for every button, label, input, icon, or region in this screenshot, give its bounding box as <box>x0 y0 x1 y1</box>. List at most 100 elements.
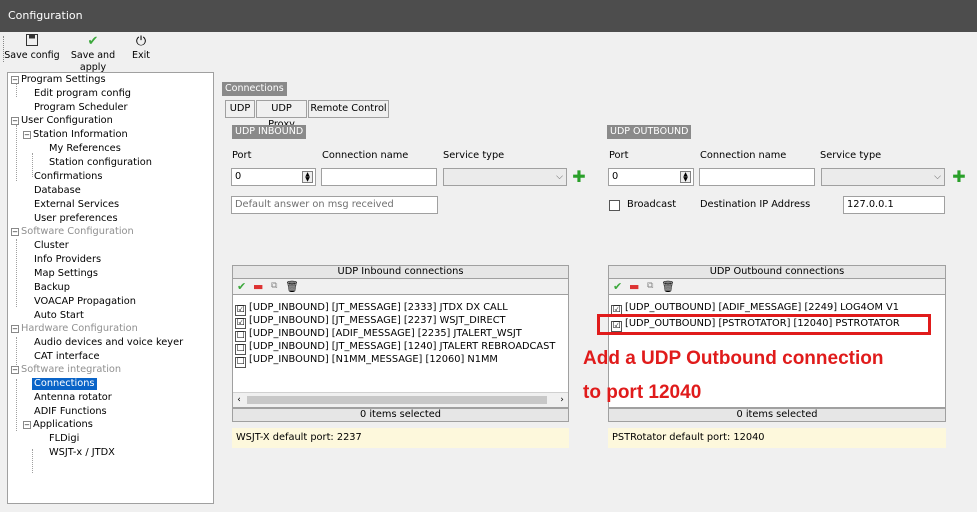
tree-database[interactable]: Database <box>34 185 81 197</box>
tree-applications[interactable]: − Applications <box>23 419 93 431</box>
collapse-icon[interactable]: − <box>11 76 19 84</box>
tab-udp-proxy[interactable]: UDP Proxy <box>256 100 307 130</box>
inbound-add-icon[interactable]: ✚ <box>572 169 586 185</box>
port-spinner-icon[interactable]: ▲ ▼ <box>680 171 691 183</box>
tree-confirmations[interactable]: Confirmations <box>34 171 103 183</box>
outbound-service-type-label: Service type <box>820 150 882 161</box>
outbound-list-toolbar: ✔ ▬ ⧉ 🗑 <box>608 279 946 294</box>
window-title-bar: Configuration <box>0 0 977 32</box>
tree-adif-functions[interactable]: ADIF Functions <box>34 406 107 418</box>
copy-icon[interactable]: ⧉ <box>271 279 277 294</box>
trash-icon[interactable]: 🗑 <box>285 279 299 294</box>
outbound-port-input[interactable]: 0 ▲ ▼ <box>608 168 694 186</box>
inbound-service-type-select[interactable]: ⌵ <box>443 168 567 186</box>
tree-user-configuration[interactable]: − User Configuration <box>11 115 113 127</box>
list-item[interactable]: ☐ [UDP_INBOUND] [JT_MESSAGE] [1240] JTALE… <box>235 340 555 355</box>
collapse-icon[interactable]: − <box>23 131 31 139</box>
tree-station-information[interactable]: − Station Information <box>23 129 128 141</box>
udp-outbound-section-title: UDP OUTBOUND <box>607 125 692 139</box>
list-item[interactable]: ☑ [UDP_INBOUND] [JT_MESSAGE] [2237] WSJT_… <box>235 314 506 329</box>
check-icon[interactable]: ✔ <box>613 279 622 294</box>
outbound-connection-name-label: Connection name <box>700 150 787 161</box>
trash-icon[interactable]: 🗑 <box>661 279 675 294</box>
port-spinner-icon[interactable]: ▲ ▼ <box>302 171 313 183</box>
tree-my-references[interactable]: My References <box>49 143 121 155</box>
horizontal-scrollbar[interactable]: ‹ › <box>233 392 568 407</box>
default-answer-input[interactable]: Default answer on msg received <box>231 196 438 214</box>
chevron-down-icon: ⌵ <box>556 172 563 182</box>
panel-title: Connections <box>222 82 287 96</box>
tab-remote-control[interactable]: Remote Control <box>308 100 389 118</box>
tree-backup[interactable]: Backup <box>34 282 70 294</box>
collapse-icon[interactable]: − <box>11 325 19 333</box>
tree-fldigi[interactable]: FLDigi <box>49 433 79 445</box>
tree-program-settings[interactable]: − Program Settings <box>11 74 106 86</box>
collapse-icon[interactable]: − <box>11 228 19 236</box>
scroll-right-icon[interactable]: › <box>556 393 568 407</box>
udp-inbound-list-title: UDP Inbound connections <box>232 265 569 279</box>
inbound-default-port-note: WSJT-X default port: 2237 <box>232 428 569 448</box>
tree-software-integration[interactable]: − Software integration <box>11 364 121 376</box>
outbound-default-port-note: PSTRotator default port: 12040 <box>608 428 946 448</box>
destination-ip-input[interactable]: 127.0.0.1 <box>843 196 945 214</box>
inbound-selection-status: 0 items selected <box>232 408 569 422</box>
tree-voacap-propagation[interactable]: VOACAP Propagation <box>34 296 136 308</box>
tree-station-configuration[interactable]: Station configuration <box>49 157 152 169</box>
list-item[interactable]: ☐ [UDP_INBOUND] [N1MM_MESSAGE] [12060] N1… <box>235 353 498 368</box>
save-and-apply-button[interactable]: ✔ Save and apply <box>60 34 126 74</box>
highlight-box <box>597 314 931 335</box>
list-item[interactable]: ☑ [UDP_OUTBOUND] [ADIF_MESSAGE] [2249] LO… <box>611 301 899 316</box>
tree-connections[interactable]: Connections <box>32 378 97 390</box>
outbound-service-type-select[interactable]: ⌵ <box>821 168 945 186</box>
outbound-add-icon[interactable]: ✚ <box>952 169 966 185</box>
tree-user-preferences[interactable]: User preferences <box>34 213 118 225</box>
tree-program-scheduler[interactable]: Program Scheduler <box>34 102 128 114</box>
window-title: Configuration <box>8 9 83 22</box>
inbound-connection-name-label: Connection name <box>322 150 409 161</box>
exit-button[interactable]: ⏻ Exit <box>130 34 152 62</box>
inbound-connection-name-input[interactable] <box>321 168 437 186</box>
tree-antenna-rotator[interactable]: Antenna rotator <box>34 392 112 404</box>
collapse-icon[interactable]: − <box>11 117 19 125</box>
udp-outbound-list-title: UDP Outbound connections <box>608 265 946 279</box>
check-icon: ✔ <box>87 34 99 49</box>
chevron-down-icon: ⌵ <box>934 172 941 182</box>
collapse-icon[interactable]: − <box>23 421 31 429</box>
inbound-port-input[interactable]: 0 ▲ ▼ <box>231 168 316 186</box>
minus-icon[interactable]: ▬ <box>253 279 263 294</box>
save-and-apply-label: Save and apply <box>70 50 116 73</box>
tree-audio-devices[interactable]: Audio devices and voice keyer <box>34 337 183 349</box>
tree-software-configuration[interactable]: − Software Configuration <box>11 226 134 238</box>
tree-external-services[interactable]: External Services <box>34 199 119 211</box>
collapse-icon[interactable]: − <box>11 366 19 374</box>
tree-map-settings[interactable]: Map Settings <box>34 268 98 280</box>
check-icon[interactable]: ✔ <box>237 279 246 294</box>
tree-info-providers[interactable]: Info Providers <box>34 254 101 266</box>
outbound-connection-name-input[interactable] <box>699 168 815 186</box>
minus-icon[interactable]: ▬ <box>629 279 639 294</box>
udp-inbound-list[interactable]: ☑ [UDP_INBOUND] [JT_MESSAGE] [2333] JTDX … <box>232 294 569 408</box>
broadcast-label: Broadcast <box>627 199 677 210</box>
list-item[interactable]: ☐ [UDP_INBOUND] [ADIF_MESSAGE] [2235] JTA… <box>235 327 522 342</box>
floppy-icon <box>4 34 60 50</box>
broadcast-checkbox[interactable] <box>609 200 620 211</box>
save-config-label: Save config <box>4 50 60 61</box>
copy-icon[interactable]: ⧉ <box>647 279 653 294</box>
tree-auto-start[interactable]: Auto Start <box>34 310 84 322</box>
tab-udp[interactable]: UDP <box>225 100 255 118</box>
scrollbar-thumb[interactable] <box>247 396 547 404</box>
outbound-port-label: Port <box>609 150 629 161</box>
tree-hardware-configuration[interactable]: − Hardware Configuration <box>11 323 138 335</box>
tree-edit-program-config[interactable]: Edit program config <box>34 88 131 100</box>
save-config-button[interactable]: Save config <box>4 34 60 62</box>
destination-ip-label: Destination IP Address <box>700 199 811 210</box>
tree-cat-interface[interactable]: CAT interface <box>34 351 100 363</box>
power-icon: ⏻ <box>135 34 147 49</box>
scroll-left-icon[interactable]: ‹ <box>233 393 245 407</box>
annotation-line-2: to port 12040 <box>583 382 702 403</box>
exit-label: Exit <box>132 50 150 61</box>
tree-cluster[interactable]: Cluster <box>34 240 69 252</box>
settings-tree: − Program Settings Edit program config Pr… <box>7 72 214 504</box>
tree-wsjtx-jtdx[interactable]: WSJT-x / JTDX <box>49 447 115 459</box>
list-item[interactable]: ☑ [UDP_INBOUND] [JT_MESSAGE] [2333] JTDX … <box>235 301 508 316</box>
